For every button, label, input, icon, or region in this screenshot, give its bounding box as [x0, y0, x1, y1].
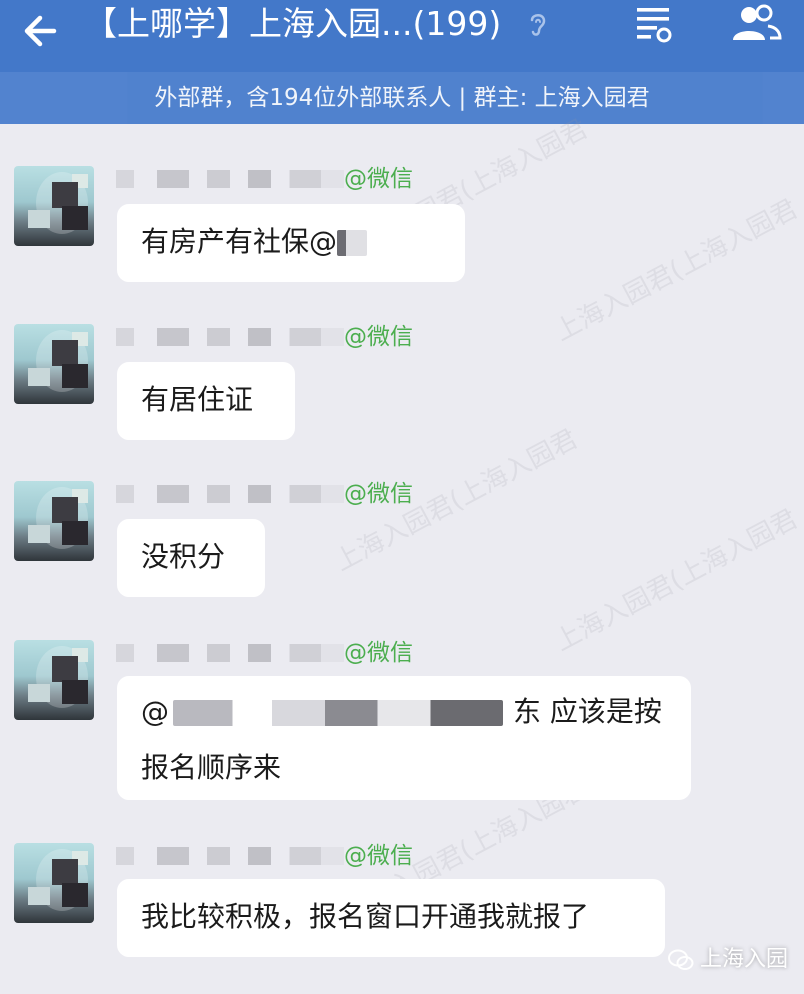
message-line: @ 东 应该是按	[141, 684, 667, 740]
wechat-tag: @微信	[344, 843, 413, 869]
list-settings-icon	[637, 8, 672, 43]
message-text: 我比较积极，报名窗口开通我就报了	[141, 900, 590, 933]
avatar[interactable]	[14, 640, 94, 720]
menu-button[interactable]	[634, 2, 674, 44]
message-bubble[interactable]: 没积分	[117, 519, 265, 597]
arrow-left-icon	[24, 15, 57, 47]
redacted-text	[173, 700, 503, 726]
chat-screen: 【上哪学】上海入园...(199) 外部群，含194位外部联系人 | 群主: 上…	[0, 0, 804, 994]
chat-title: 【上哪学】上海入园...(199)	[84, 4, 502, 43]
redacted-sender-name	[116, 170, 344, 188]
sender-name: @微信	[116, 324, 436, 350]
avatar[interactable]	[14, 324, 94, 404]
group-members-button[interactable]	[728, 2, 784, 44]
brand-watermark: 上海入园	[668, 944, 788, 976]
sender-name: @微信	[116, 166, 436, 192]
redacted-sender-name	[116, 485, 344, 503]
avatar[interactable]	[14, 166, 94, 246]
message-line: 报名顺序来	[141, 740, 667, 796]
message-bubble[interactable]: 有居住证	[117, 362, 295, 440]
message-text: 东 应该是按	[513, 695, 662, 728]
message-text: 报名顺序来	[141, 751, 282, 784]
redacted-sender-name	[116, 847, 344, 865]
sender-name: @微信	[116, 481, 436, 507]
sender-name: @微信	[116, 640, 436, 666]
group-info-bar[interactable]: 外部群，含194位外部联系人 | 群主: 上海入园君	[0, 72, 804, 124]
group-info-text: 外部群，含194位外部联系人 | 群主: 上海入园君	[154, 85, 650, 111]
wechat-tag: @微信	[344, 640, 413, 666]
redacted-sender-name	[116, 328, 344, 346]
message-text: 没积分	[141, 540, 226, 573]
group-members-icon	[733, 4, 782, 40]
redacted-sender-name	[116, 644, 344, 662]
message-bubble[interactable]: 我比较积极，报名窗口开通我就报了	[117, 879, 665, 957]
wechat-tag: @微信	[344, 166, 413, 192]
ear-icon	[530, 14, 546, 36]
wechat-tag: @微信	[344, 481, 413, 507]
avatar[interactable]	[14, 481, 94, 561]
watermark: 上海入园君(上海入园君	[549, 504, 803, 658]
message-text: 有房产有社保@	[141, 225, 338, 258]
brand-text: 上海入园	[700, 947, 789, 972]
avatar[interactable]	[14, 843, 94, 923]
message-text: @	[141, 695, 169, 728]
top-app-bar: 【上哪学】上海入园...(199)	[0, 0, 804, 72]
watermark: 上海入园君(上海入园君	[549, 194, 803, 348]
sender-name: @微信	[116, 843, 436, 869]
back-button[interactable]	[16, 6, 66, 56]
redacted-text	[337, 230, 368, 256]
message-text: 有居住证	[141, 383, 254, 416]
message-bubble[interactable]: 有房产有社保@	[117, 204, 465, 282]
wechat-logo-icon	[668, 949, 694, 970]
message-bubble[interactable]: @ 东 应该是按 报名顺序来	[117, 676, 691, 800]
wechat-tag: @微信	[344, 324, 413, 350]
